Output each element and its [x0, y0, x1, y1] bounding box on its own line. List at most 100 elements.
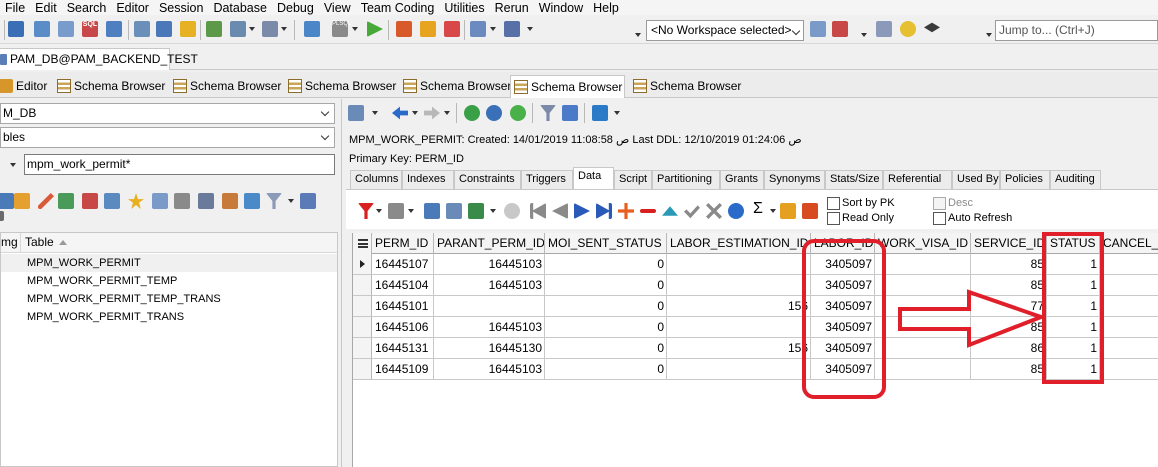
- dropdown-arrow-icon[interactable]: [770, 209, 776, 213]
- tab-schema-browser-active[interactable]: Schema Browser: [510, 75, 625, 98]
- insert-record-icon[interactable]: [618, 203, 634, 219]
- cancel-edit-icon[interactable]: [706, 203, 722, 219]
- table-cell[interactable]: [1100, 317, 1158, 338]
- favorites-icon[interactable]: [128, 193, 144, 209]
- tab-editor[interactable]: Editor: [0, 75, 47, 98]
- import-icon[interactable]: [444, 21, 460, 37]
- project-manager-icon[interactable]: [106, 21, 122, 37]
- menu-help[interactable]: Help: [588, 1, 624, 15]
- navigator-icon[interactable]: [348, 105, 364, 121]
- previous-record-icon[interactable]: [552, 203, 568, 219]
- view-icon[interactable]: [592, 105, 608, 121]
- table-cell[interactable]: [1100, 338, 1158, 359]
- table-cell[interactable]: 16445103: [434, 359, 545, 380]
- back-arrow-icon[interactable]: [392, 106, 408, 120]
- pin-icon[interactable]: [0, 211, 4, 221]
- menu-team-coding[interactable]: Team Coding: [356, 1, 440, 15]
- clipboard-icon[interactable]: [876, 21, 892, 37]
- filter-icon[interactable]: [540, 105, 556, 121]
- graduation-cap-icon[interactable]: [924, 22, 940, 33]
- table-cell[interactable]: 0: [545, 296, 667, 317]
- column-header-labor-estimation-id[interactable]: LABOR_ESTIMATION_ID: [667, 233, 811, 254]
- last-record-icon[interactable]: [596, 203, 612, 219]
- dropdown-arrow-icon[interactable]: [288, 199, 294, 203]
- table-cell[interactable]: [875, 359, 971, 380]
- script-icon[interactable]: [222, 193, 238, 209]
- rename-icon[interactable]: [198, 193, 214, 209]
- new-connection-icon[interactable]: [8, 21, 24, 37]
- post-edit-icon[interactable]: [684, 205, 700, 219]
- tab-schema-browser[interactable]: Schema Browser: [630, 75, 741, 98]
- dropdown-arrow-icon[interactable]: [352, 27, 358, 31]
- tab-data[interactable]: Data: [573, 167, 614, 189]
- tab-partitioning[interactable]: Partitioning: [652, 170, 720, 189]
- auto-refresh-checkbox[interactable]: [933, 212, 946, 225]
- table-cell[interactable]: 16445104: [372, 275, 434, 296]
- list-icon[interactable]: [562, 105, 578, 121]
- grid-view-icon[interactable]: [446, 203, 462, 219]
- close-workspace-icon[interactable]: [832, 21, 848, 37]
- column-header-moi-sent-status[interactable]: MOI_SENT_STATUS: [545, 233, 667, 254]
- table-cell[interactable]: 16445103: [434, 254, 545, 275]
- filter-dropdown-arrow-icon[interactable]: [10, 163, 16, 167]
- tab-triggers[interactable]: Triggers: [521, 170, 573, 189]
- calculator-icon[interactable]: [174, 193, 190, 209]
- column-header-service-id[interactable]: SERVICE_ID: [971, 233, 1047, 254]
- tab-policies[interactable]: Policies: [1000, 170, 1050, 189]
- table-cell[interactable]: 16445106: [372, 317, 434, 338]
- dropdown-arrow-icon[interactable]: [527, 27, 533, 31]
- table-cell[interactable]: [667, 359, 811, 380]
- remove-watch-icon[interactable]: [504, 21, 520, 37]
- column-header-perm-id[interactable]: PERM_ID: [372, 233, 434, 254]
- table-cell[interactable]: [434, 296, 545, 317]
- read-only-checkbox[interactable]: [827, 212, 840, 225]
- table-row[interactable]: 16445109 16445103 0 3405097 85 1: [353, 359, 1158, 380]
- column-header-parant-perm-id[interactable]: PARANT_PERM_ID: [434, 233, 545, 254]
- list-item[interactable]: MPM_WORK_PERMIT: [1, 254, 337, 272]
- table-cell[interactable]: [1100, 254, 1158, 275]
- connection-tab[interactable]: PAM_DB@PAM_BACKEND_TEST: [0, 48, 198, 70]
- dropdown-arrow-icon[interactable]: [635, 33, 641, 37]
- dropdown-arrow-icon[interactable]: [986, 33, 992, 37]
- jump-to-input[interactable]: Jump to... (Ctrl+J): [995, 20, 1158, 41]
- tab-referential[interactable]: Referential: [883, 170, 952, 189]
- menu-edit[interactable]: Edit: [30, 1, 62, 15]
- table-cell[interactable]: 16445101: [372, 296, 434, 317]
- table-cell[interactable]: 0: [545, 317, 667, 338]
- table-cell[interactable]: 16445130: [434, 338, 545, 359]
- list-item[interactable]: MPM_WORK_PERMIT_TRANS: [1, 308, 337, 326]
- table-cell[interactable]: 156: [667, 338, 811, 359]
- edit-record-icon[interactable]: [662, 206, 678, 216]
- table-cell[interactable]: 16445109: [372, 359, 434, 380]
- tab-schema-browser[interactable]: Schema Browser: [285, 75, 396, 98]
- refresh-data-icon[interactable]: [728, 203, 744, 219]
- object-type-select[interactable]: bles: [0, 127, 335, 148]
- table-cell[interactable]: [1100, 275, 1158, 296]
- save-grid-icon[interactable]: [780, 203, 796, 219]
- db-tools-icon[interactable]: [206, 21, 222, 37]
- table-cell[interactable]: 0: [545, 254, 667, 275]
- table-cell[interactable]: 16445131: [372, 338, 434, 359]
- sql-icon[interactable]: [82, 193, 98, 209]
- tab-synonyms[interactable]: Synonyms: [764, 170, 825, 189]
- sort-icon[interactable]: [388, 203, 404, 219]
- tab-auditing[interactable]: Auditing: [1050, 170, 1101, 189]
- sigma-icon[interactable]: Σ: [750, 201, 766, 217]
- grid-tool-icon[interactable]: [230, 21, 246, 37]
- table-cell[interactable]: 85: [971, 359, 1047, 380]
- plsql-icon[interactable]: PLSQL: [332, 21, 351, 37]
- dropdown-arrow-icon[interactable]: [372, 111, 378, 115]
- dropdown-arrow-icon[interactable]: [490, 209, 496, 213]
- menu-utilities[interactable]: Utilities: [439, 1, 489, 15]
- chat-icon[interactable]: [900, 21, 916, 37]
- column-header-cancel[interactable]: CANCEL_D: [1100, 233, 1158, 254]
- next-record-icon[interactable]: [574, 203, 590, 219]
- reload-icon[interactable]: [510, 105, 526, 121]
- schema-select[interactable]: M_DB: [0, 103, 335, 124]
- dependencies-icon[interactable]: [244, 193, 260, 209]
- refresh-icon[interactable]: [0, 193, 14, 209]
- tab-script[interactable]: Script: [614, 170, 652, 189]
- menu-window[interactable]: Window: [534, 1, 588, 15]
- tab-schema-browser[interactable]: Schema Browser: [170, 75, 281, 98]
- table-cell[interactable]: 0: [545, 359, 667, 380]
